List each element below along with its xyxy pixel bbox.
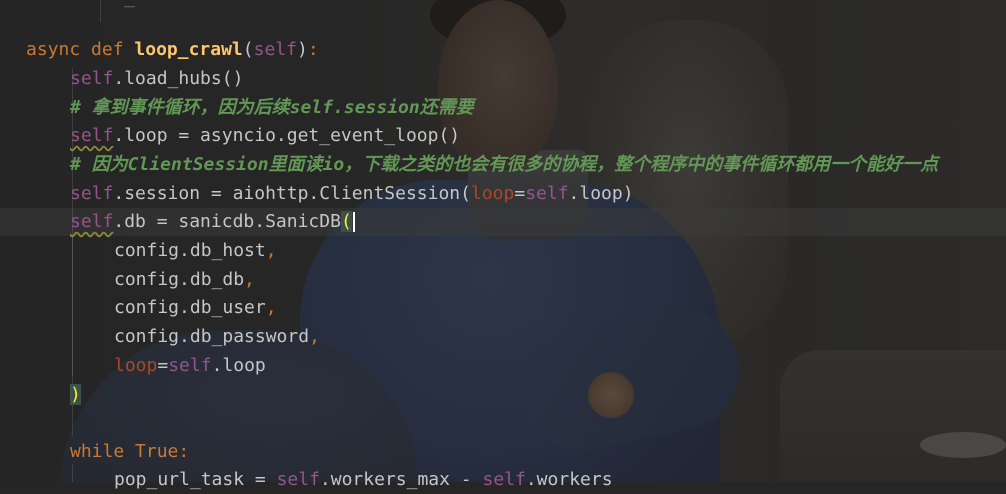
param-self: self [253, 39, 297, 60]
kwarg-name: loop [114, 355, 158, 376]
code-text: .loop = asyncio.get_event_loop() [113, 125, 461, 146]
code-line-arg: config.db_host, [114, 237, 277, 265]
keyword-async: async [26, 39, 81, 60]
code-text: .workers_max - [319, 469, 483, 490]
self-token: self [276, 469, 320, 490]
code-editor[interactable]: _ async def loop_crawl(self): self.load_… [0, 0, 1006, 490]
equals-sign: = [157, 355, 169, 376]
comma: , [265, 240, 277, 261]
indent-guide [72, 464, 73, 482]
self-token: self [482, 469, 526, 490]
code-line-db: self.db = sanicdb.SanicDB( [70, 208, 355, 236]
text-cursor [352, 212, 355, 232]
code-line-arg: config.db_db, [114, 266, 255, 294]
code-fragment: _ [124, 0, 135, 8]
code-line-close: ) [70, 381, 81, 409]
keyword-true: True [135, 441, 179, 462]
code-comment-line: # 拿到事件循环，因为后续self.session还需要 [70, 97, 474, 118]
code-line-def: async def loop_crawl(self): [26, 36, 319, 64]
code-comment-line: # 因为ClientSession里面读io，下载之类的也会有很多的协程，整个程… [70, 154, 939, 175]
code-line-arg: config.db_password, [114, 323, 320, 351]
colon: : [307, 39, 319, 60]
code-line-load-hubs: self.load_hubs() [70, 65, 243, 93]
close-paren: ) [296, 39, 308, 60]
comma: , [265, 297, 277, 318]
keyword-while: while [70, 441, 125, 462]
code-text: .load_hubs() [113, 68, 244, 89]
self-token: self [525, 183, 569, 204]
self-token: self [70, 211, 114, 232]
self-token: self [70, 68, 114, 89]
self-token: self [70, 183, 114, 204]
matched-paren-open: ( [340, 211, 352, 232]
self-token: self [168, 355, 212, 376]
kwarg-name: loop [470, 183, 515, 204]
self-token: self [70, 125, 114, 146]
open-paren: ( [242, 39, 254, 60]
comma: , [309, 326, 320, 347]
code-text: pop_url_task = [114, 469, 277, 490]
comma: , [244, 269, 255, 290]
code-text: config.db_db [114, 269, 245, 290]
code-line-while: while True: [70, 438, 189, 466]
code-line-partial: pop_url_task = self.workers_max - self.w… [114, 466, 613, 494]
code-text: config.db_user [114, 297, 266, 318]
colon: : [178, 441, 190, 462]
code-line-loop: self.loop = asyncio.get_event_loop() [70, 122, 460, 150]
code-text: config.db_host [114, 240, 266, 261]
code-text: .workers [525, 469, 613, 490]
code-line-arg: config.db_user, [114, 294, 277, 322]
function-name: loop_crawl [134, 39, 243, 60]
equals-sign: = [514, 183, 526, 204]
code-line-fragment: _ [124, 0, 135, 12]
indent-guide [72, 236, 73, 376]
code-line-kwarg: loop=self.loop [114, 352, 266, 380]
code-text: .session = aiohttp.ClientSession( [113, 183, 471, 204]
code-text: .loop) [568, 183, 634, 204]
code-line-session: self.session = aiohttp.ClientSession(loo… [70, 180, 634, 208]
code-text: .loop [211, 355, 266, 376]
keyword-def: def [91, 39, 124, 60]
indent-guide [100, 0, 101, 22]
code-text: .db = sanicdb.SanicDB [113, 211, 341, 232]
matched-paren-close: ) [70, 384, 81, 405]
code-text: config.db_password [114, 326, 310, 347]
